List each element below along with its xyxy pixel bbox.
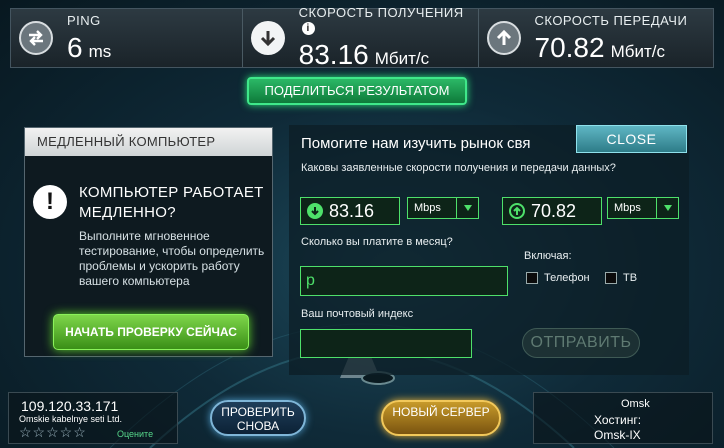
hosting-label: Хостинг:: [594, 413, 642, 427]
download-unit: Мбит/с: [374, 49, 430, 68]
download-unit-select[interactable]: Mbps: [407, 197, 479, 219]
new-server-button[interactable]: НОВЫЙ СЕРВЕР: [381, 400, 501, 436]
upload-unit-select[interactable]: Mbps: [607, 197, 679, 219]
download-label: СКОРОСТЬ ПОЛУЧЕНИЯ: [298, 5, 464, 20]
includes-label: Включая:: [524, 250, 572, 262]
upload-value: 70.82: [534, 31, 605, 63]
phone-option[interactable]: Телефон: [526, 272, 590, 284]
isp-name: Omskie kabelnye seti Ltd.: [19, 414, 123, 424]
download-icon: [251, 21, 285, 55]
upload-unit: Мбит/с: [610, 41, 665, 61]
chevron-down-icon: [656, 198, 678, 218]
ping-icon: [19, 21, 53, 55]
monthly-payment-input[interactable]: р: [300, 266, 508, 296]
download-speed-value: 83.16: [329, 200, 375, 221]
slow-computer-panel: МЕДЛЕННЫЙ КОМПЬЮТЕР ! КОМПЬЮТЕР РАБОТАЕТ…: [24, 127, 273, 357]
chevron-down-icon: [456, 198, 478, 218]
tv-option[interactable]: ТВ: [605, 272, 637, 284]
server-name: Omsk-IX: [594, 428, 641, 442]
upload-stat: СКОРОСТЬ ПЕРЕДАЧИ 70.82 Мбит/с: [479, 9, 714, 67]
ping-label: PING: [67, 12, 101, 28]
share-results-button[interactable]: ПОДЕЛИТЬСЯ РЕЗУЛЬТАТОМ: [247, 77, 467, 105]
test-again-button[interactable]: ПРОВЕРИТЬ СНОВА: [210, 400, 306, 436]
survey-title: Помогите нам изучить рынок свя: [301, 135, 531, 152]
zip-code-input[interactable]: [300, 329, 472, 358]
stats-bar: PING 6 ms СКОРОСТЬ ПОЛУЧЕНИЯ i 83.16 Мбит…: [10, 5, 714, 70]
client-info: 109.120.33.171 Omskie kabelnye seti Ltd.…: [8, 392, 178, 444]
rate-label: Оцените: [117, 429, 154, 439]
phone-label: Телефон: [544, 272, 590, 284]
zip-question: Ваш почтовый индекс: [301, 308, 414, 320]
survey-panel: Помогите нам изучить рынок свя CLOSE Как…: [289, 125, 689, 375]
upload-speed-field[interactable]: 70.82: [502, 197, 602, 225]
speeds-question: Каковы заявленные скорости получения и п…: [301, 162, 616, 174]
download-speed-field[interactable]: 83.16: [300, 197, 400, 225]
info-icon[interactable]: i: [301, 22, 315, 35]
server-city: Omsk: [621, 398, 650, 410]
download-value: 83.16: [298, 39, 369, 70]
upload-unit-value: Mbps: [614, 202, 641, 214]
tv-label: ТВ: [623, 272, 638, 284]
server-info: Omsk Хостинг: Omsk-IX: [533, 392, 713, 444]
ping-stat: PING 6 ms: [11, 9, 243, 67]
ping-unit: ms: [88, 41, 112, 61]
slow-panel-header: МЕДЛЕННЫЙ КОМПЬЮТЕР: [25, 128, 272, 156]
download-unit-value: Mbps: [414, 202, 441, 214]
rating-stars[interactable]: ☆☆☆☆☆: [19, 424, 87, 441]
submit-button[interactable]: ОТПРАВИТЬ: [522, 328, 640, 358]
ip-address: 109.120.33.171: [21, 398, 119, 414]
upload-arrow-icon: [509, 203, 525, 219]
alert-icon: !: [33, 185, 67, 219]
phone-checkbox[interactable]: [526, 272, 538, 284]
pay-question: Сколько вы платите в месяц?: [301, 236, 453, 248]
ping-value: 6: [67, 31, 83, 63]
slow-panel-title: КОМПЬЮТЕР РАБОТАЕТ МЕДЛЕННО?: [79, 184, 264, 221]
close-button[interactable]: CLOSE: [576, 125, 687, 153]
upload-icon: [486, 21, 521, 55]
tv-checkbox[interactable]: [605, 272, 617, 284]
bottom-bar: 109.120.33.171 Omskie kabelnye seti Ltd.…: [8, 392, 716, 444]
download-arrow-icon: [307, 203, 323, 219]
slow-panel-description: Выполните мгновенное тестирование, чтобы…: [79, 229, 265, 288]
upload-label: СКОРОСТЬ ПЕРЕДАЧИ: [534, 12, 688, 28]
start-check-button[interactable]: НАЧАТЬ ПРОВЕРКУ СЕЙЧАС: [53, 314, 249, 350]
download-stat: СКОРОСТЬ ПОЛУЧЕНИЯ i 83.16 Мбит/с: [243, 5, 479, 70]
upload-speed-value: 70.82: [531, 200, 577, 221]
